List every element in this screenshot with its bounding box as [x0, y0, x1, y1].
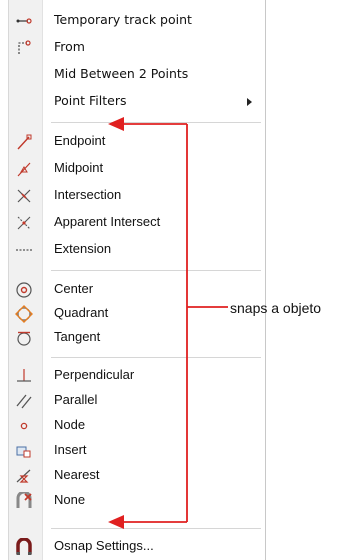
menu-item-insert[interactable]: Insert — [9, 439, 265, 463]
menu-separator — [51, 528, 261, 529]
menu-item-quadrant[interactable]: Quadrant — [9, 302, 265, 326]
menu-item-midpoint[interactable]: Midpoint — [9, 157, 265, 181]
menu-item-label: From — [54, 39, 85, 54]
insert-icon — [14, 441, 34, 461]
menu-item-mid-between-2-points[interactable]: Mid Between 2 Points — [9, 63, 265, 87]
menu-item-center[interactable]: Center — [9, 278, 265, 302]
perpendicular-icon — [14, 366, 34, 386]
apparent-intersect-icon — [14, 213, 34, 233]
menu-separator — [51, 122, 261, 123]
osnap-settings-icon — [14, 537, 34, 557]
menu-item-label: Osnap Settings... — [54, 538, 154, 553]
menu-item-label: Apparent Intersect — [54, 214, 161, 229]
nearest-icon — [14, 466, 34, 486]
tangent-icon — [14, 328, 34, 348]
osnap-context-menu: Temporary track point From Mid Between 2… — [8, 0, 266, 560]
menu-item-tangent[interactable]: Tangent — [9, 326, 265, 350]
menu-item-perpendicular[interactable]: Perpendicular — [9, 364, 265, 388]
menu-item-label: Intersection — [54, 187, 122, 202]
menu-item-label: Endpoint — [54, 133, 106, 148]
menu-separator — [51, 270, 261, 271]
midpoint-icon — [14, 159, 34, 179]
menu-item-label: None — [54, 492, 86, 507]
menu-item-label: Node — [54, 417, 86, 432]
from-icon — [14, 38, 34, 58]
menu-item-label: Tangent — [54, 329, 101, 344]
menu-item-osnap-settings[interactable]: Osnap Settings... — [9, 535, 265, 559]
menu-item-label: Quadrant — [54, 305, 109, 320]
none-icon — [14, 491, 34, 511]
menu-item-label: Center — [54, 281, 94, 296]
menu-item-temporary-track-point[interactable]: Temporary track point — [9, 9, 265, 33]
menu-item-nearest[interactable]: Nearest — [9, 464, 265, 488]
parallel-icon — [14, 391, 34, 411]
menu-item-extension[interactable]: Extension — [9, 238, 265, 262]
extension-icon — [14, 240, 34, 260]
endpoint-icon — [14, 132, 34, 152]
center-icon — [14, 280, 34, 300]
node-icon — [14, 416, 34, 436]
menu-item-intersection[interactable]: Intersection — [9, 184, 265, 208]
menu-item-label: Extension — [54, 241, 112, 256]
intersection-icon — [14, 186, 34, 206]
menu-item-from[interactable]: From — [9, 36, 265, 60]
menu-item-label: Midpoint — [54, 160, 104, 175]
menu-item-endpoint[interactable]: Endpoint — [9, 130, 265, 154]
menu-item-label: Point Filters — [54, 93, 127, 108]
menu-item-label: Parallel — [54, 392, 98, 407]
menu-item-label: Mid Between 2 Points — [54, 66, 189, 81]
menu-item-node[interactable]: Node — [9, 414, 265, 438]
submenu-arrow-icon — [247, 98, 252, 106]
annotation-label: snaps a objeto — [230, 300, 322, 316]
menu-item-label: Nearest — [54, 467, 100, 482]
menu-item-label: Temporary track point — [54, 12, 192, 27]
menu-item-parallel[interactable]: Parallel — [9, 389, 265, 413]
menu-item-label: Insert — [54, 442, 87, 457]
quadrant-icon — [14, 304, 34, 324]
menu-separator — [51, 357, 261, 358]
menu-item-label: Perpendicular — [54, 367, 135, 382]
menu-item-point-filters[interactable]: Point Filters — [9, 90, 265, 114]
menu-item-none[interactable]: None — [9, 489, 265, 513]
menu-item-apparent-intersect[interactable]: Apparent Intersect — [9, 211, 265, 235]
temporary-track-point-icon — [14, 11, 34, 31]
